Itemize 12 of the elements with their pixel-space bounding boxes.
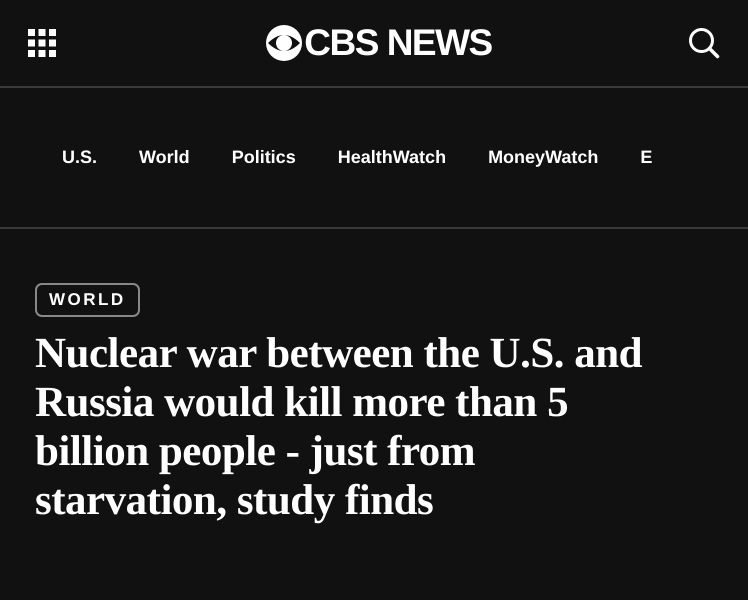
nav-link[interactable]: MoneyWatch: [488, 147, 598, 168]
nav-link[interactable]: HealthWatch: [338, 147, 446, 168]
section-tag[interactable]: WORLD: [35, 283, 140, 317]
menu-icon[interactable]: [28, 29, 56, 57]
nav-link[interactable]: E: [640, 147, 652, 168]
search-icon[interactable]: [688, 27, 720, 59]
logo-text[interactable]: CBS NEWS: [304, 22, 492, 64]
eye-logo-icon: [266, 25, 302, 61]
headline: Nuclear war between the U.S. and Russia would kill more than 5 billion people - just from starvation, study finds: [35, 329, 644, 525]
nav-link[interactable]: Politics: [232, 147, 296, 168]
nav-link[interactable]: World: [139, 147, 190, 168]
nav-link[interactable]: U.S.: [62, 147, 98, 168]
